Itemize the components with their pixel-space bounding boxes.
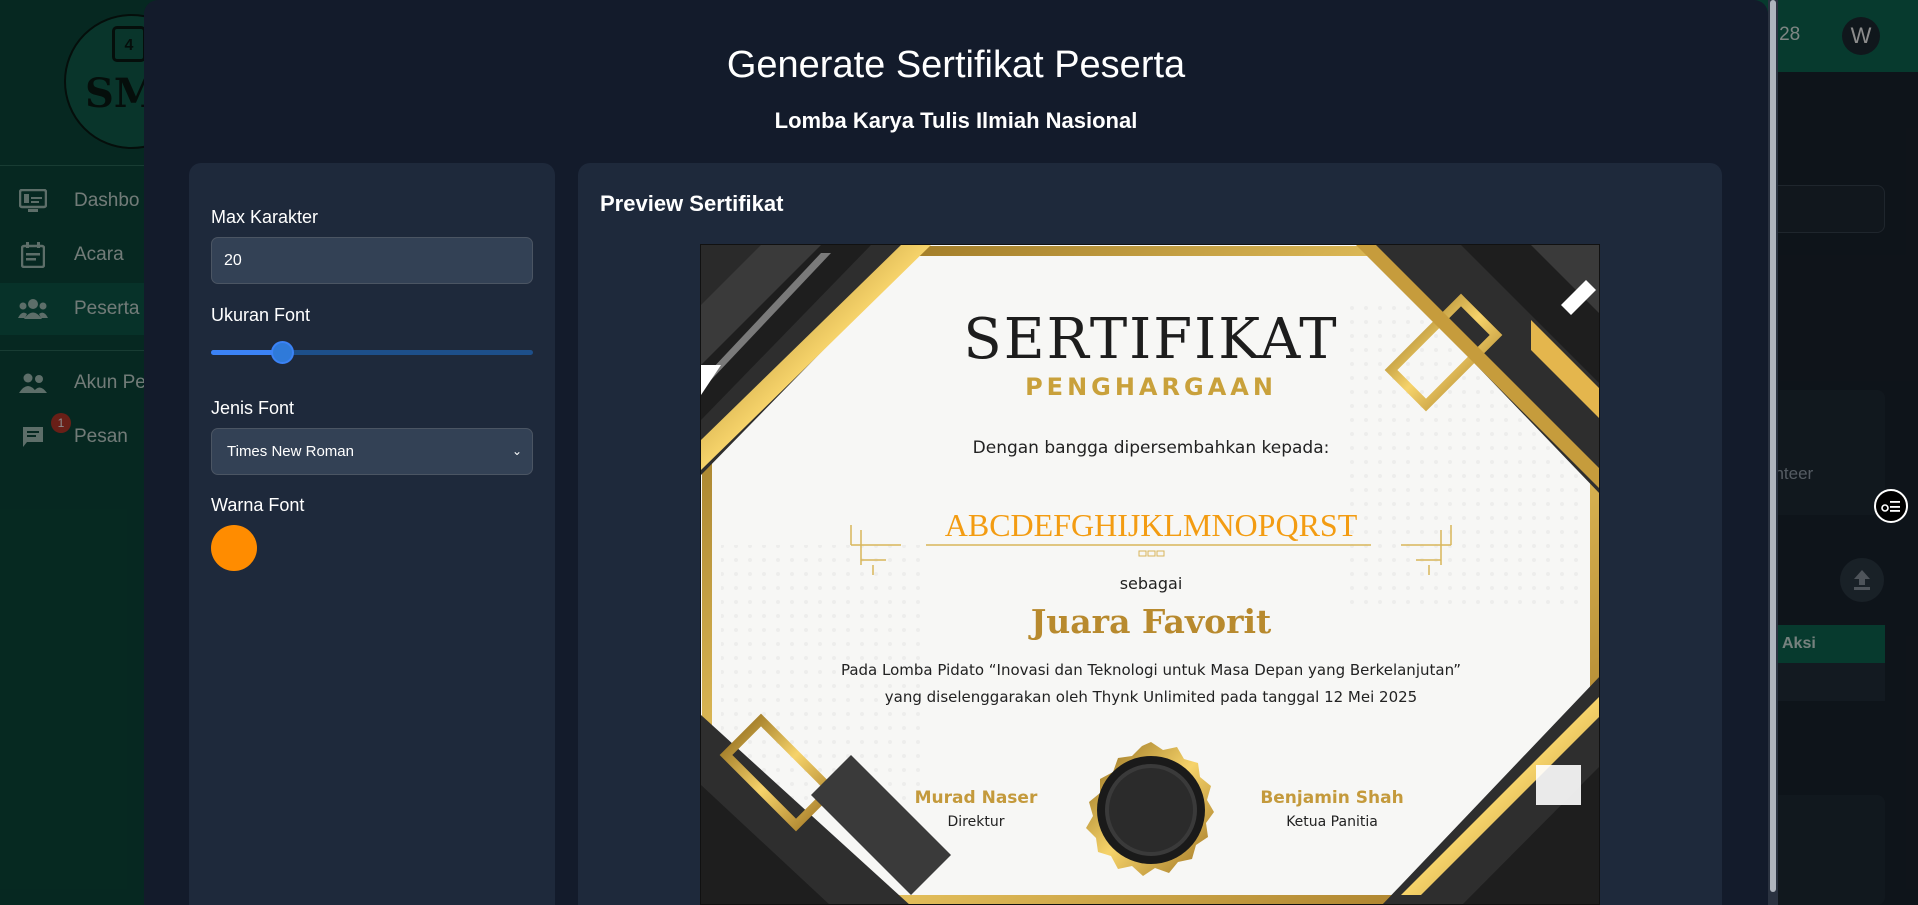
font-type-value: Times New Roman bbox=[227, 443, 354, 460]
description-line: Pada Lomba Pidato “Inovasi dan Teknologi… bbox=[840, 661, 1462, 679]
scrollbar-thumb[interactable] bbox=[1770, 0, 1776, 892]
font-type-label: Jenis Font bbox=[211, 398, 295, 418]
as-label: sebagai bbox=[1119, 574, 1183, 593]
recipient-name: ABCDEFGHIJKLMNOPQRST bbox=[944, 507, 1358, 543]
signer-role: Direktur bbox=[947, 814, 1005, 830]
signer-left: Murad Naser Direktur bbox=[866, 788, 1086, 830]
certificate-subheading: PENGHARGAAN bbox=[1025, 373, 1277, 401]
max-chars-input[interactable]: 20 bbox=[211, 237, 533, 284]
description-line: yang diselenggarakan oleh Thynk Unlimite… bbox=[884, 688, 1418, 706]
font-size-slider-thumb[interactable] bbox=[270, 341, 294, 364]
max-chars-label: Max Karakter bbox=[211, 207, 319, 227]
certificate-preview: SERTIFIKAT PENGHARGAAN Dengan bangga dip… bbox=[700, 244, 1600, 905]
font-size-label: Ukuran Font bbox=[211, 305, 311, 325]
modal-scrollbar[interactable] bbox=[1768, 0, 1778, 905]
modal-title: Generate Sertifikat Peserta bbox=[726, 44, 1186, 86]
font-color-picker[interactable] bbox=[211, 525, 257, 571]
award-title: Juara Favorit bbox=[1030, 602, 1272, 641]
modal-subtitle: Lomba Karya Tulis Ilmiah Nasional bbox=[774, 108, 1138, 133]
toggle-list-icon bbox=[1881, 501, 1900, 512]
signer-name: Benjamin Shah bbox=[1260, 788, 1404, 808]
font-color-label: Warna Font bbox=[211, 495, 305, 515]
font-type-select[interactable]: Times New Roman ⌄ bbox=[211, 428, 533, 475]
floating-menu-button[interactable] bbox=[1874, 489, 1908, 523]
signer-right: Benjamin Shah Ketua Panitia bbox=[1222, 788, 1442, 830]
signer-name: Murad Naser bbox=[914, 788, 1038, 808]
preview-title: Preview Sertifikat bbox=[600, 191, 784, 216]
certificate-intro: Dengan bangga dipersembahkan kepada: bbox=[972, 438, 1330, 458]
signer-role: Ketua Panitia bbox=[1286, 814, 1378, 830]
certificate-heading: SERTIFIKAT bbox=[963, 307, 1339, 372]
chevron-down-icon: ⌄ bbox=[511, 444, 522, 458]
